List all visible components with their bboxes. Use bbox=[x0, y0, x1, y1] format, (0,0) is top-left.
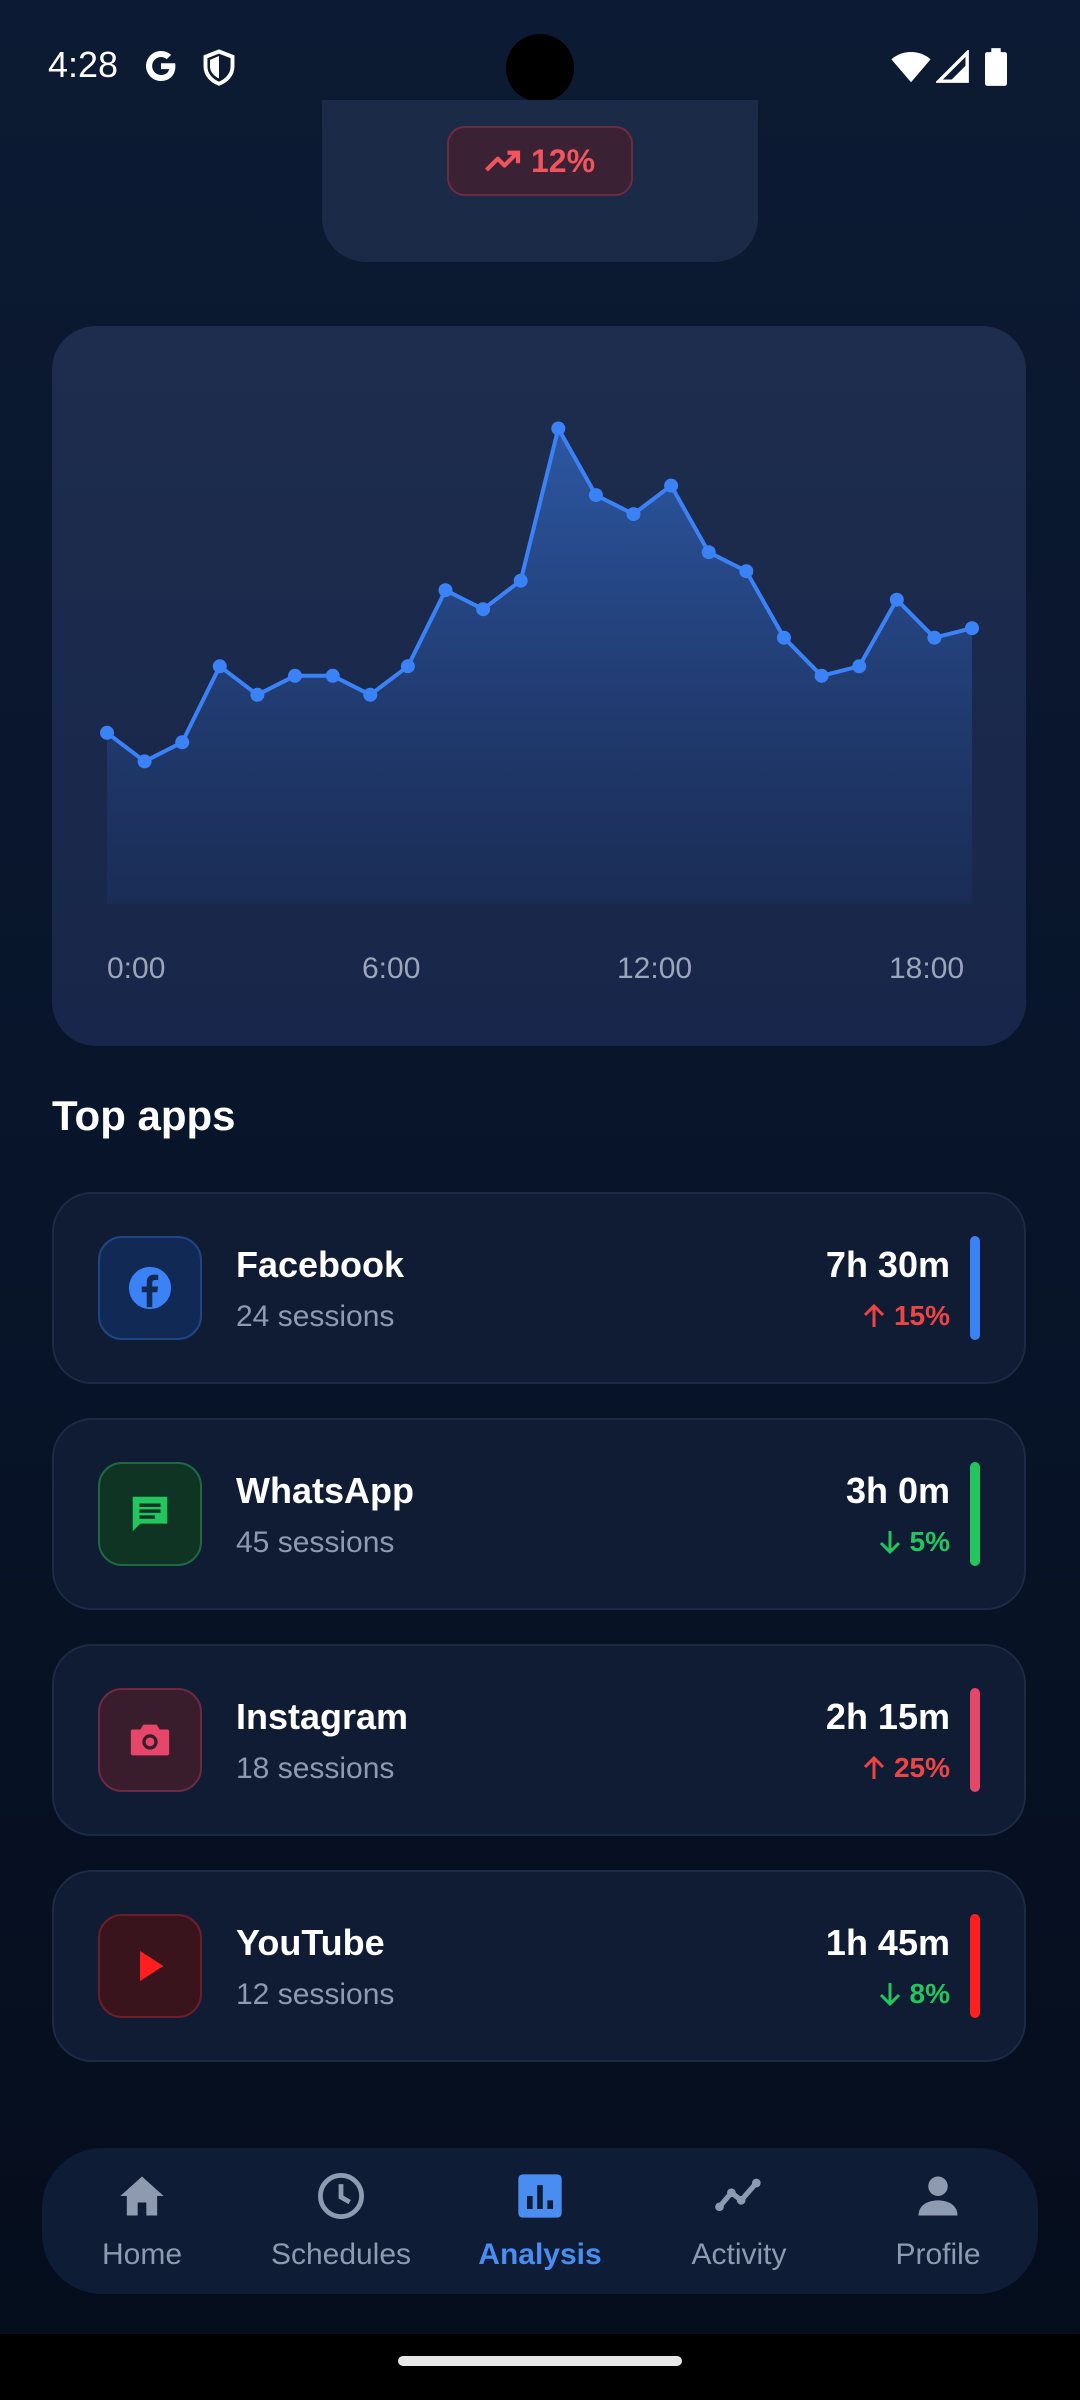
nav-item-home[interactable]: Home bbox=[52, 2148, 232, 2294]
app-change: 25% bbox=[862, 1752, 950, 1784]
app-sessions: 12 sessions bbox=[236, 1978, 395, 2011]
app-change-value: 15% bbox=[893, 1300, 950, 1331]
person-icon bbox=[918, 2176, 958, 2216]
chart-point bbox=[889, 592, 904, 607]
arrow-down-icon bbox=[879, 1983, 900, 2007]
chart-point bbox=[476, 602, 491, 617]
nav-item-activity[interactable]: Activity bbox=[649, 2148, 829, 2294]
bar-chart-icon bbox=[518, 2174, 562, 2218]
bottom-nav: Home Schedules Analysis Activity Profile bbox=[42, 2148, 1038, 2294]
camera-cutout bbox=[506, 34, 574, 102]
app-change: 8% bbox=[878, 1978, 950, 2010]
signal-icon bbox=[936, 50, 969, 83]
chart-point bbox=[400, 659, 415, 674]
x-tick-label: 0:00 bbox=[107, 952, 166, 985]
chart-point bbox=[739, 564, 754, 579]
trend-value: 12% bbox=[530, 142, 596, 179]
app-time: 7h 30m bbox=[825, 1244, 950, 1285]
arrow-down-icon bbox=[879, 1531, 900, 1555]
play-icon bbox=[140, 1951, 164, 1981]
clock-icon bbox=[318, 2173, 364, 2219]
chart-point bbox=[551, 421, 566, 436]
home-icon bbox=[120, 2176, 164, 2216]
app-sessions: 24 sessions bbox=[236, 1300, 395, 1333]
chart-point bbox=[588, 488, 603, 503]
app-sessions: 18 sessions bbox=[236, 1752, 395, 1785]
chart-point bbox=[927, 630, 942, 645]
facebook-icon bbox=[128, 1266, 172, 1310]
chart-point bbox=[626, 507, 641, 522]
nav-item-analysis[interactable]: Analysis bbox=[450, 2148, 630, 2294]
usage-chart-card: 0:00 6:00 12:00 18:00 bbox=[52, 326, 1026, 1046]
chart-point bbox=[212, 659, 227, 674]
trending-up-icon bbox=[484, 150, 521, 172]
app-change-value: 25% bbox=[893, 1752, 950, 1783]
nav-item-schedules[interactable]: Schedules bbox=[251, 2148, 431, 2294]
chart-point bbox=[137, 754, 152, 769]
home-indicator[interactable] bbox=[398, 2356, 682, 2366]
x-tick-label: 6:00 bbox=[362, 952, 421, 985]
arrow-up-icon bbox=[863, 1303, 885, 1327]
app-color-bar bbox=[970, 1236, 980, 1340]
chart-point bbox=[777, 630, 791, 645]
nav-label: Analysis bbox=[478, 2238, 602, 2271]
app-row-whatsapp[interactable]: WhatsApp 45 sessions 3h 0m 5% bbox=[52, 1418, 1026, 1610]
chart-point bbox=[325, 668, 340, 683]
app-name: Facebook bbox=[236, 1244, 405, 1285]
wifi-icon bbox=[891, 52, 931, 83]
trend-badge: 12% bbox=[447, 126, 633, 196]
chart-point bbox=[250, 687, 265, 702]
app-name: Instagram bbox=[236, 1696, 409, 1737]
nav-label: Profile bbox=[895, 2238, 981, 2271]
chart-point bbox=[175, 735, 190, 750]
nav-label: Schedules bbox=[270, 2238, 412, 2271]
app-icon-box bbox=[98, 1688, 202, 1792]
activity-icon bbox=[715, 2178, 761, 2212]
chart-point bbox=[664, 478, 679, 493]
app-row-instagram[interactable]: Instagram 18 sessions 2h 15m 25% bbox=[52, 1644, 1026, 1836]
app-icon-box bbox=[98, 1914, 202, 2018]
chart-point bbox=[100, 725, 114, 740]
app-time: 2h 15m bbox=[825, 1696, 950, 1737]
app-time: 3h 0m bbox=[845, 1470, 950, 1511]
chart-point bbox=[288, 668, 302, 683]
app-color-bar bbox=[970, 1462, 980, 1566]
section-title: Top apps bbox=[52, 1092, 236, 1139]
app-row-facebook[interactable]: Facebook 24 sessions 7h 30m 15% bbox=[52, 1192, 1026, 1384]
app-change: 15% bbox=[862, 1300, 950, 1332]
status-time: 4:28 bbox=[48, 44, 119, 85]
x-tick-label: 12:00 bbox=[617, 952, 693, 985]
app-change-value: 5% bbox=[909, 1526, 950, 1557]
usage-chart bbox=[100, 421, 979, 904]
google-icon bbox=[146, 51, 176, 81]
app-name: YouTube bbox=[236, 1922, 385, 1963]
battery-icon bbox=[985, 48, 1007, 86]
app-name: WhatsApp bbox=[236, 1470, 414, 1511]
camera-icon bbox=[130, 1724, 170, 1756]
app-change-value: 8% bbox=[909, 1978, 950, 2009]
app-icon-box bbox=[98, 1462, 202, 1566]
chart-point bbox=[513, 573, 528, 588]
chart-point bbox=[701, 545, 716, 560]
arrow-up-icon bbox=[863, 1755, 885, 1779]
gesture-bar bbox=[0, 2334, 1080, 2400]
x-tick-label: 18:00 bbox=[889, 952, 965, 985]
chat-icon bbox=[132, 1496, 168, 1532]
chart-point bbox=[363, 687, 378, 702]
app-time: 1h 45m bbox=[825, 1922, 950, 1963]
app-color-bar bbox=[970, 1914, 980, 2018]
chart-point bbox=[852, 659, 867, 674]
app-row-youtube[interactable]: YouTube 12 sessions 1h 45m 8% bbox=[52, 1870, 1026, 2062]
app-icon-box bbox=[98, 1236, 202, 1340]
app-color-bar bbox=[970, 1688, 980, 1792]
chart-point bbox=[814, 668, 829, 683]
shield-icon bbox=[203, 49, 235, 86]
nav-label: Home bbox=[101, 2238, 183, 2271]
app-sessions: 45 sessions bbox=[236, 1526, 395, 1559]
nav-item-profile[interactable]: Profile bbox=[848, 2148, 1028, 2294]
nav-label: Activity bbox=[691, 2238, 787, 2271]
chart-point bbox=[965, 621, 979, 636]
app-change: 5% bbox=[878, 1526, 950, 1558]
chart-point bbox=[438, 583, 453, 598]
